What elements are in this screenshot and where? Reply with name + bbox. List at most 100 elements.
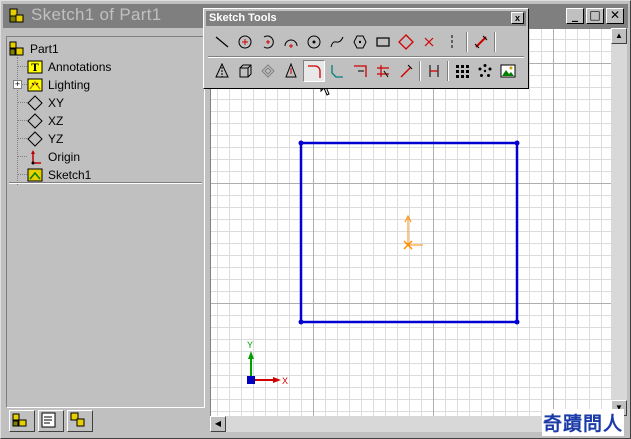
expand-icon[interactable]: + [13, 80, 22, 89]
manager-tabs [6, 410, 205, 435]
fillet-icon [308, 65, 321, 78]
part-icon [12, 413, 27, 427]
scroll-left-button[interactable]: ◀ [210, 416, 226, 432]
polygon-icon [353, 35, 367, 49]
mirror-tool[interactable] [211, 60, 233, 82]
3point-arc-icon [307, 35, 321, 49]
centerline-tool[interactable] [441, 31, 463, 53]
tree-item-label: Origin [48, 149, 81, 164]
circular-pattern-tool[interactable] [474, 60, 496, 82]
offset-tool[interactable] [257, 60, 279, 82]
scroll-up-button[interactable]: ▲ [611, 28, 627, 44]
tree-item-label: Part1 [30, 41, 59, 56]
minimize-button[interactable]: _ [566, 8, 584, 24]
tree-item-label: Annotations [48, 59, 112, 74]
split-tool[interactable] [395, 60, 417, 82]
tree-item-label: Lighting [48, 77, 91, 92]
trim-tool[interactable] [372, 60, 394, 82]
rectangle-icon [376, 37, 390, 47]
sketch-point[interactable] [514, 140, 520, 146]
maximize-button[interactable]: □ [586, 8, 604, 24]
tree-rollback-bar[interactable] [9, 182, 202, 184]
tree-connector [17, 174, 27, 175]
tree-connector [17, 156, 27, 157]
dimension-tool[interactable] [470, 31, 492, 53]
feature-manager-tree: Part1 T Annotations + Lighting XY XZ YZ … [6, 36, 205, 408]
offset-entities-tool[interactable] [280, 60, 302, 82]
chamfer-icon [331, 65, 343, 78]
circle-icon [238, 35, 252, 49]
tree-item-annotations[interactable]: T Annotations [27, 58, 111, 75]
toolbar-separator [447, 61, 449, 81]
tree-connector [17, 138, 27, 139]
tree-item-label: YZ [48, 131, 64, 146]
linear-pattern-tool[interactable] [451, 60, 473, 82]
tree-connector [17, 120, 27, 121]
trim-icon [377, 65, 389, 78]
sketch-rectangle[interactable] [299, 141, 519, 324]
construction-geometry-icon [429, 65, 439, 77]
construction-geometry-tool[interactable] [423, 60, 445, 82]
split-icon [400, 64, 413, 78]
polygon-tool[interactable] [349, 31, 371, 53]
vertical-scrollbar[interactable]: ▲ ▼ [611, 28, 627, 416]
extend-tool[interactable] [349, 60, 371, 82]
sketch-tools-toolbar[interactable]: Sketch Tools x [203, 8, 529, 89]
tree-item-xz[interactable]: XZ [27, 112, 63, 129]
tree-connector [17, 66, 27, 67]
origin-icon [31, 149, 41, 164]
tree-item-label: Sketch1 [48, 167, 92, 182]
annotations-icon: T [27, 60, 43, 74]
sketch-icon [27, 168, 43, 181]
feature-manager-tab[interactable] [9, 410, 35, 432]
tree-item-yz[interactable]: YZ [27, 130, 63, 147]
circle-tool[interactable] [234, 31, 256, 53]
rectangle-tool[interactable] [372, 31, 394, 53]
lighting-icon [27, 78, 43, 91]
axis-x-label: X [282, 376, 288, 386]
dimension-icon [474, 35, 488, 49]
convert-entities-tool[interactable] [234, 60, 256, 82]
toolbar-separator [419, 61, 421, 81]
centerpoint-arc-tool[interactable] [257, 31, 279, 53]
point-tool[interactable] [418, 31, 440, 53]
line-icon [215, 36, 229, 48]
sketch-tools-close-button[interactable]: x [511, 12, 524, 24]
sketch-tools-title-bar[interactable]: Sketch Tools x [206, 11, 526, 26]
sketch-picture-icon [500, 64, 516, 78]
property-icon [41, 412, 56, 428]
linear-pattern-icon [456, 65, 469, 78]
sketch-point[interactable] [298, 319, 304, 325]
centerpoint-arc-icon [263, 35, 274, 49]
close-button[interactable]: ✕ [606, 8, 624, 24]
parallelogram-tool[interactable] [395, 31, 417, 53]
3point-arc-tool[interactable] [303, 31, 325, 53]
sketch-point[interactable] [514, 319, 520, 325]
configuration-manager-tab[interactable] [67, 410, 93, 432]
spline-icon [330, 36, 344, 48]
tree-item-part1[interactable]: Part1 [9, 40, 59, 57]
tree-item-origin[interactable]: Origin [27, 148, 80, 165]
spline-tool[interactable] [326, 31, 348, 53]
line-tool[interactable] [211, 31, 233, 53]
tree-item-xy[interactable]: XY [27, 94, 64, 111]
tangent-arc-tool[interactable] [280, 31, 302, 53]
fillet-tool[interactable] [303, 60, 325, 82]
property-manager-tab[interactable] [38, 410, 64, 432]
convert-entities-icon [239, 64, 252, 78]
sketch-picture-tool[interactable] [497, 60, 519, 82]
plane-icon [27, 130, 43, 147]
plane-icon [27, 112, 43, 129]
tree-connector [17, 102, 27, 103]
sketch-point[interactable] [298, 140, 304, 146]
mirror-icon [215, 63, 229, 78]
toolbar-separator [494, 32, 496, 52]
chamfer-tool[interactable] [326, 60, 348, 82]
centerline-icon [451, 35, 453, 49]
tree-item-sketch1[interactable]: Sketch1 [27, 166, 91, 183]
sketch-origin-icon [403, 214, 423, 250]
tree-item-lighting[interactable]: + Lighting [13, 76, 90, 93]
part-icon [9, 41, 24, 55]
part-icon [9, 8, 24, 23]
circular-pattern-icon [478, 64, 492, 77]
